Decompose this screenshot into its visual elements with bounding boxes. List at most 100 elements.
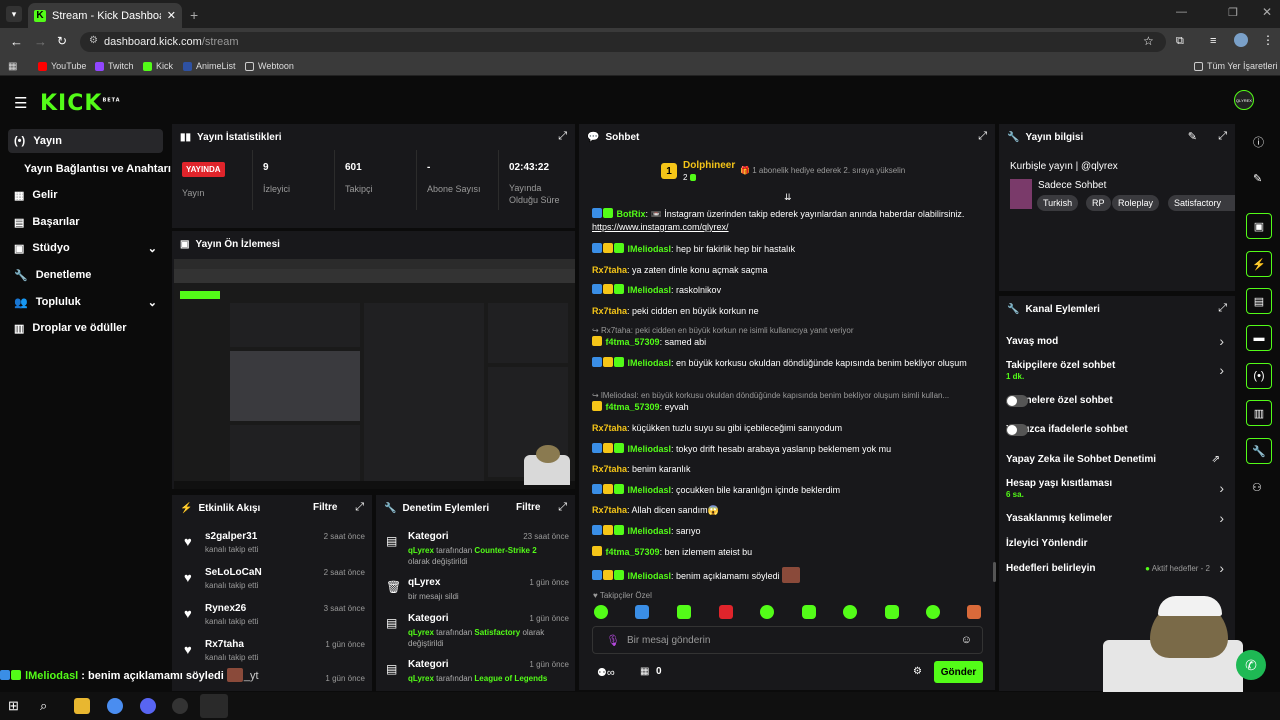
banned-words-row[interactable]: Yasaklanmış kelimeler ›	[1006, 510, 1228, 527]
sub-badge-icon	[614, 243, 624, 253]
collapse-icon[interactable]: ⇊	[784, 192, 792, 203]
sidebar-item-studyo[interactable]: ▣ Stüdyo ⌄	[8, 236, 163, 260]
send-button[interactable]: Gönder	[934, 661, 983, 683]
chat-input[interactable]: 🎙 Bir mesaj gönderin ☺	[592, 626, 983, 654]
stream-preview-panel: ▣ Yayın Ön İzlemesi	[172, 231, 575, 489]
bolt-icon[interactable]: ⚡	[1246, 251, 1272, 277]
emoji-icon[interactable]: ☺	[961, 634, 972, 646]
bookmark-star-icon[interactable]: ☆	[1143, 34, 1154, 48]
chat-settings-icon[interactable]: ⚙	[913, 666, 922, 677]
extensions-icon[interactable]: ⧉	[1176, 35, 1184, 48]
forward-icon[interactable]: →	[34, 34, 47, 49]
sidebar-item-denetleme[interactable]: 🔧 Denetleme	[8, 263, 163, 287]
chat-bubble-icon[interactable]: ▬	[1246, 325, 1272, 351]
edit-icon[interactable]: ✎	[1188, 130, 1197, 143]
discord-icon[interactable]	[140, 698, 156, 714]
steam-icon[interactable]	[200, 694, 228, 718]
sidebar-item-droplar[interactable]: ▥ Droplar ve ödüller	[8, 316, 163, 340]
sidebar-item-yayin[interactable]: (•) Yayın	[8, 129, 163, 153]
chrome-icon[interactable]	[107, 698, 123, 714]
document-icon[interactable]: ▤	[1246, 288, 1272, 314]
minimize-icon[interactable]: —	[1176, 6, 1187, 18]
reload-icon[interactable]: ↻	[57, 34, 67, 48]
browser-tab-active[interactable]: K Stream - Kick Dashboard ✕	[28, 3, 182, 28]
chat-scrollbar[interactable]	[993, 562, 996, 582]
microphone-icon[interactable]: 🎙	[606, 634, 620, 647]
bookmark-webtoon[interactable]: Webtoon	[245, 61, 294, 71]
subscribers-only-toggle[interactable]	[1006, 395, 1028, 407]
profile-avatar[interactable]	[1234, 33, 1248, 47]
panel-header: ⚡ Etkinlik Akışı	[180, 503, 261, 514]
close-tab-icon[interactable]: ✕	[167, 9, 176, 22]
bookmark-animelist[interactable]: AnimeList	[183, 61, 236, 71]
youtube-icon	[38, 61, 47, 71]
windows-start-icon[interactable]: ⊞	[8, 698, 24, 714]
tab-search-icon[interactable]: ▾	[6, 6, 22, 22]
restore-icon[interactable]: ❐	[1228, 6, 1238, 19]
bookmark-kick[interactable]: Kick	[143, 61, 173, 71]
emote-icon[interactable]	[719, 605, 733, 619]
followers-only-row[interactable]: Takipçilere özel sohbet 1 dk. ›	[1006, 360, 1228, 384]
expand-icon[interactable]: ⤢	[558, 130, 567, 143]
stream-preview-video[interactable]	[174, 259, 575, 489]
expand-icon[interactable]: ⤢	[558, 501, 567, 514]
emote-icon[interactable]	[967, 605, 981, 619]
url-field[interactable]: dashboard.kick.com/stream	[80, 32, 1166, 52]
media-icon[interactable]: ≡	[1210, 35, 1216, 47]
emotes-only-toggle[interactable]	[1006, 424, 1028, 436]
emote-icon[interactable]	[843, 605, 857, 619]
moderator-icon	[0, 670, 10, 680]
ai-moderation-row[interactable]: Yapay Zeka ile Sohbet Denetimi ⇗	[1006, 454, 1228, 468]
search-icon[interactable]: ⌕	[40, 698, 56, 714]
emote-icon[interactable]	[677, 605, 691, 619]
moderation-icon[interactable]: ▥	[1246, 400, 1272, 426]
edit-icon[interactable]: ✎	[1253, 172, 1262, 185]
camera-toggle-icon[interactable]: ▣	[1246, 213, 1272, 239]
bookmark-twitch[interactable]: Twitch	[95, 61, 134, 71]
all-bookmarks[interactable]: Tüm Yer İşaretleri	[1194, 61, 1278, 71]
moderator-icon	[592, 443, 602, 453]
wrench-icon[interactable]: 🔧	[1246, 438, 1272, 464]
obs-icon[interactable]	[172, 698, 188, 714]
channel-points-icon[interactable]: ⚉∞	[597, 666, 615, 679]
file-explorer-icon[interactable]	[74, 698, 90, 714]
raid-row[interactable]: İzleyici Yönlendir	[1006, 538, 1228, 552]
account-age-row[interactable]: Hesap yaşı kısıtlaması 6 sa. ›	[1006, 478, 1228, 502]
sidebar-item-topluluk[interactable]: 👥 Topluluk ⌄	[8, 290, 163, 314]
expand-icon[interactable]: ⤢	[355, 501, 364, 514]
apps-icon[interactable]: ▦	[8, 61, 17, 72]
goals-row[interactable]: Hedefleri belirleyin ● Aktif hedefler - …	[1006, 560, 1228, 577]
user-avatar[interactable]: QLYREX	[1234, 90, 1254, 110]
emote-icon[interactable]	[926, 605, 940, 619]
expand-icon[interactable]: ⤢	[978, 130, 987, 143]
new-tab-icon[interactable]: +	[190, 7, 198, 23]
sidebar-item-stream-key[interactable]: Yayın Bağlantısı ve Anahtarı	[8, 157, 171, 181]
chat-link[interactable]: https://www.instagram.com/qlyrex/	[592, 222, 729, 232]
activity-filter-button[interactable]: Filtre	[313, 502, 337, 513]
community-icon[interactable]: ⚇	[1252, 481, 1262, 494]
close-window-icon[interactable]: ✕	[1262, 5, 1272, 19]
emote-icon[interactable]	[635, 605, 649, 619]
sidebar-item-basarilar[interactable]: ▤ Başarılar	[8, 210, 163, 234]
site-info-icon[interactable]: ⚙	[89, 35, 98, 46]
expand-icon[interactable]: ⤢	[1218, 302, 1227, 315]
back-icon[interactable]: ←	[10, 34, 23, 49]
gift-icon[interactable]: ▦	[640, 666, 649, 677]
expand-icon[interactable]: ⤢	[1218, 130, 1227, 143]
hamburger-menu-icon[interactable]: ☰	[14, 94, 27, 112]
gift-icon	[689, 174, 696, 181]
sidebar-item-gelir[interactable]: ▦ Gelir	[8, 183, 163, 207]
moderation-filter-button[interactable]: Filtre	[516, 502, 540, 513]
emote-icon[interactable]	[802, 605, 816, 619]
emote-icon[interactable]	[760, 605, 774, 619]
kick-logo[interactable]: KICKBETA	[40, 91, 121, 116]
emote-icon[interactable]	[885, 605, 899, 619]
emote-icon[interactable]	[594, 605, 608, 619]
info-icon[interactable]: ⓘ	[1253, 134, 1264, 150]
broadcast-icon[interactable]: (•)	[1246, 363, 1272, 389]
browser-menu-icon[interactable]: ⋮	[1262, 33, 1274, 47]
uptime-label: Yayında Olduğu Süre	[509, 183, 560, 205]
slow-mode-row[interactable]: Yavaş mod ›	[1006, 333, 1228, 350]
kick-icon	[143, 61, 152, 71]
bookmark-youtube[interactable]: YouTube	[38, 61, 86, 71]
